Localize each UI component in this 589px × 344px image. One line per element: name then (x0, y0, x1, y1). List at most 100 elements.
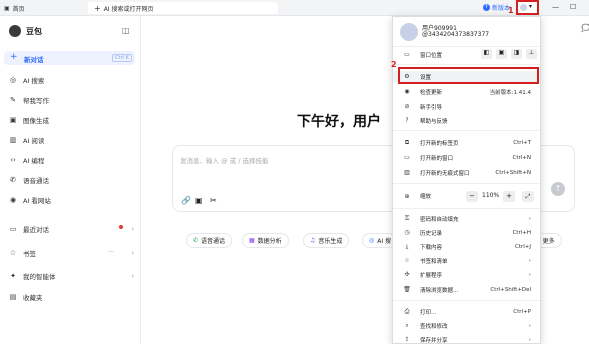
menu-item-bookmarks[interactable]: ☆ 书签和清单 › (393, 255, 540, 266)
home-tab-icon: ▣ (4, 4, 10, 12)
sidebar-item-bookmarks[interactable]: ☆ 书签 ··· › (9, 248, 134, 258)
menu-item-incognito[interactable]: ▥ 打开新的无痕式窗口 Ctrl+Shift+N (393, 167, 540, 178)
menu-item-guide[interactable]: ⊘ 新手引导 (393, 101, 540, 112)
sidebar-item-agents[interactable]: ✦ 我的智能体 › (9, 271, 134, 281)
window-center-button[interactable]: ▣ (496, 49, 507, 59)
sidebar-item-label: 帮我写作 (23, 97, 49, 105)
sidebar-item[interactable]: ◎ AI 搜索 (9, 75, 134, 85)
annotation-number-1: 1 (508, 6, 514, 15)
zoom-in-button[interactable]: + (503, 191, 515, 202)
sidebar-item[interactable]: ▥ AI 阅读 (9, 135, 134, 145)
chip-voice-call[interactable]: ✆ 语音通话 (186, 233, 233, 248)
tab-home[interactable]: ▣ 首页 (4, 2, 25, 14)
sidebar-item-label: AI 搜索 (23, 77, 45, 85)
image-icon: ▣ (9, 116, 17, 124)
book-icon: ▥ (9, 136, 17, 144)
bookmarks-label: 书签和清单 (420, 258, 448, 265)
chevron-right-icon: › (131, 249, 134, 257)
pen-icon: ✎ (10, 96, 16, 104)
fullscreen-button[interactable]: ⤢ (522, 191, 534, 202)
menu-item-check-update[interactable]: ◉ 检查更新 当前版本:1.41.4 (393, 86, 540, 97)
sidebar-item-label: AI 阅读 (23, 137, 45, 145)
menu-item-new-tab[interactable]: ⧉ 打开新的标签页 Ctrl+T (393, 137, 540, 148)
help-icon: ? (405, 117, 409, 124)
plus-icon: + (10, 52, 18, 62)
zoom-out-button[interactable]: − (466, 191, 478, 202)
chip-ai-search[interactable]: ◎ AI 搜 (362, 233, 396, 248)
more-icon[interactable]: ··· (108, 248, 114, 256)
send-button[interactable]: ↑ (551, 182, 565, 196)
sidebar-item-label: 语音通话 (23, 177, 49, 185)
chip-music-gen[interactable]: ♫ 音乐生成 (303, 233, 350, 248)
chart-icon: ▦ (249, 237, 255, 244)
profile-dropdown-menu: 用户909991 @3434204373837377 ▭ 窗口位置 ◧ ▣ ◨ … (392, 16, 541, 344)
save-share-label: 保存并分享 (420, 337, 448, 344)
update-icon: ◉ (404, 88, 410, 95)
sidebar-item[interactable]: ◉ AI 看网站 (9, 195, 134, 205)
tab-new[interactable]: + AI 搜索或打开网页 (88, 2, 278, 14)
new-chat-button[interactable]: + 新对话 Ctrl K (4, 51, 135, 65)
new-tab-icon: ⧉ (404, 138, 410, 146)
collapse-sidebar-icon[interactable]: ◫ (122, 26, 130, 35)
image-upload-icon[interactable]: ▣ (195, 196, 203, 205)
shortcut-text: Ctrl+N (512, 154, 531, 161)
sidebar-item[interactable]: ✎ 帮我写作 (9, 95, 134, 105)
sidebar-item-recent[interactable]: ▭ 最近对话 › (9, 224, 134, 234)
zoom-value: 110% (482, 192, 500, 199)
chevron-right-icon: › (528, 336, 531, 343)
chip-label: 更多 (542, 238, 555, 245)
window-right-button[interactable]: ◨ (511, 49, 522, 59)
menu-item-autofill[interactable]: ⚿ 密码和自动填充 › (393, 213, 540, 224)
shortcut-text: Ctrl+Shift+N (495, 169, 531, 176)
menu-item-new-window[interactable]: ▭ 打开新的窗口 Ctrl+N (393, 152, 540, 163)
download-icon: ⤓ (405, 242, 409, 250)
update-icon: ↑ (483, 4, 490, 11)
sidebar-item[interactable]: ✆ 语音通话 (9, 175, 134, 185)
scissors-icon[interactable]: ✂ (210, 196, 217, 205)
unread-dot (119, 225, 123, 229)
update-badge[interactable]: ↑ 新版本 (483, 3, 510, 12)
plus-icon[interactable]: + (94, 4, 101, 13)
music-icon: ♫ (310, 237, 316, 244)
minimize-button[interactable]: — (552, 3, 559, 11)
compass-icon: ⊘ (404, 103, 410, 110)
sidebar-item-favorites[interactable]: ▤ 收藏夹 (9, 292, 134, 302)
chip-label: 音乐生成 (318, 238, 343, 245)
menu-item-clear-data[interactable]: 🗑 清除浏览数据... Ctrl+Shift+Del (393, 284, 540, 295)
sidebar-item[interactable]: ‹› AI 编程 (9, 155, 134, 165)
menu-item-help[interactable]: ? 帮助与反馈 (393, 115, 540, 126)
window-left-button[interactable]: ◧ (481, 49, 492, 59)
pin-button[interactable]: ⊥ (526, 49, 537, 59)
sidebar: 豆包 ◫ + 新对话 Ctrl K ◎ AI 搜索 ✎ 帮我写作 ▣ 图像生成 ▥ AI 阅读… (0, 16, 141, 344)
guide-label: 新手引导 (420, 104, 443, 111)
history-icon: ◷ (404, 229, 410, 236)
chat-input-placeholder[interactable]: 发消息、输入 @ 或 / 选择技能 (180, 155, 268, 165)
menu-item-print[interactable]: ⎙ 打印... Ctrl+P (393, 306, 540, 317)
chevron-right-icon: › (528, 271, 531, 278)
menu-item-extensions[interactable]: ✣ 扩展程序 › (393, 269, 540, 280)
menu-item-downloads[interactable]: ⤓ 下载内容 Ctrl+J (393, 241, 540, 252)
key-icon: ⚿ (404, 214, 410, 222)
chevron-right-icon: › (528, 322, 531, 329)
shortcut-text: Ctrl+J (514, 243, 531, 250)
chip-data-analysis[interactable]: ▦ 数据分析 (242, 233, 289, 248)
sidebar-item-label: 图像生成 (23, 117, 49, 125)
menu-item-find[interactable]: ⌕ 查找和修改 › (393, 320, 540, 331)
phone-icon: ✆ (10, 176, 16, 184)
brand: 豆包 (9, 25, 42, 37)
autofill-label: 密码和自动填充 (420, 216, 459, 223)
new-window-icon: ▭ (404, 154, 410, 161)
sidebar-item[interactable]: ▣ 图像生成 (9, 115, 134, 125)
attach-icon[interactable]: 🔗 (181, 196, 191, 205)
menu-item-history[interactable]: ◷ 历史记录 Ctrl+H (393, 227, 540, 238)
notification-icon[interactable]: 🗯 (580, 24, 589, 34)
maximize-button[interactable]: ☐ (570, 3, 576, 11)
trash-icon: 🗑 (403, 286, 411, 293)
menu-item-save-share[interactable]: ⇪ 保存并分享 › (393, 334, 540, 344)
tab-new-label: AI 搜索或打开网页 (103, 5, 154, 13)
greeting-title: 下午好，用户 (297, 114, 381, 130)
tab-home-label: 首页 (12, 5, 25, 13)
shortcut-text: Ctrl+H (512, 229, 531, 236)
help-label: 帮助与反馈 (420, 118, 448, 125)
recent-label: 最近对话 (23, 226, 49, 234)
